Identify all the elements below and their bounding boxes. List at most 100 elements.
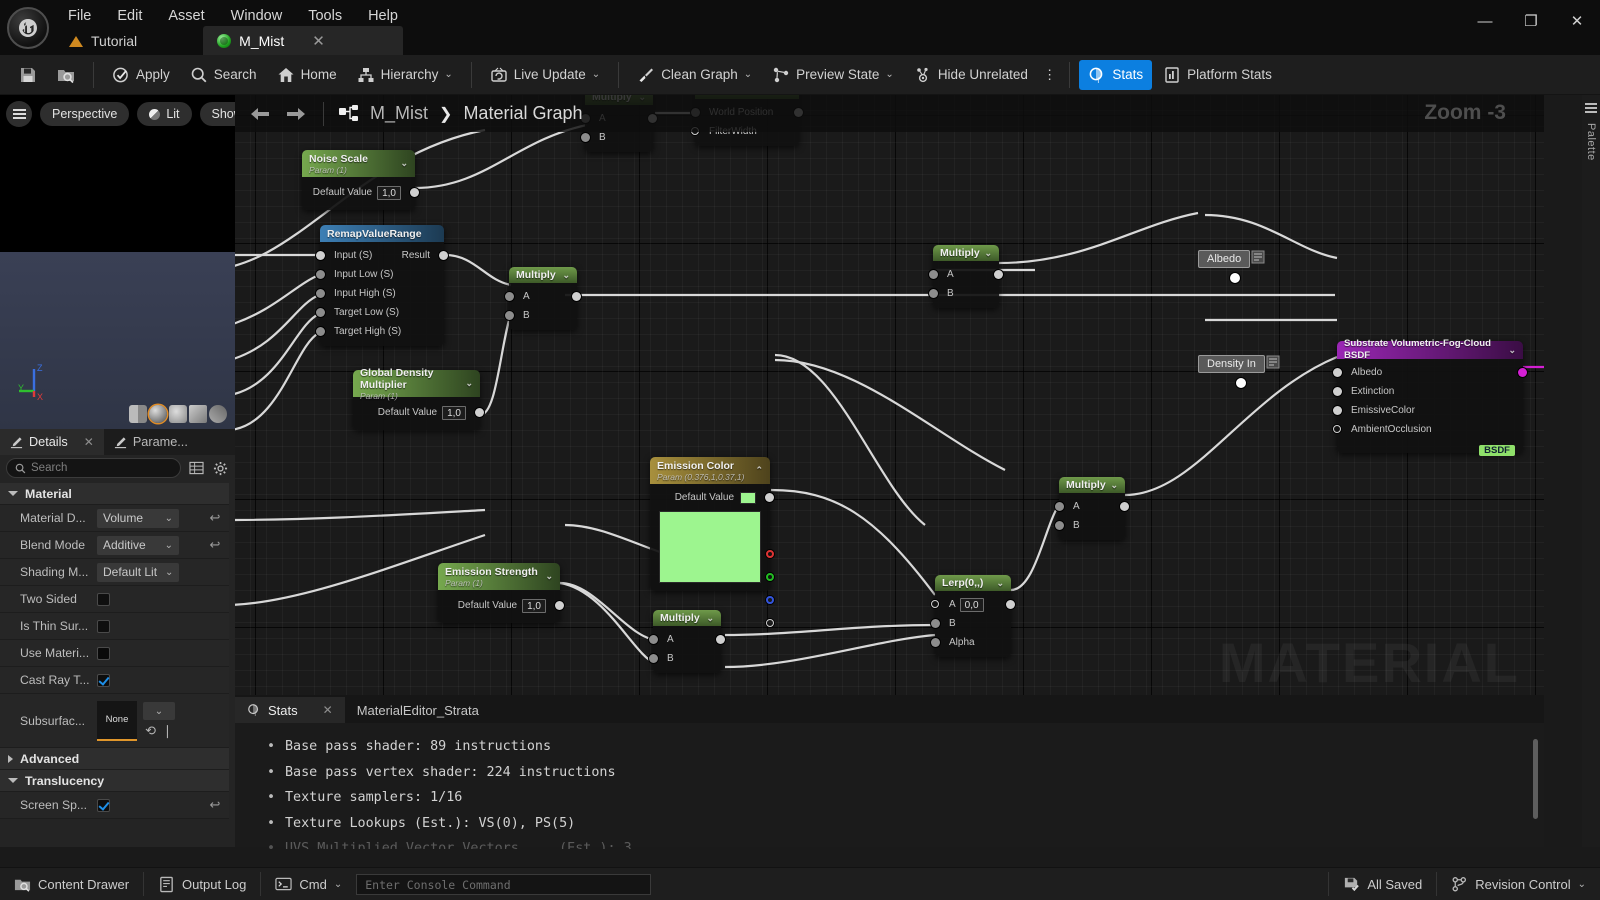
browse-content-button[interactable]: [48, 60, 84, 90]
menu-tools[interactable]: Tools: [295, 4, 355, 28]
node-lerp[interactable]: Lerp(0,,) ⌄ A 0,0 B Alpha: [935, 575, 1011, 657]
hierarchy-button[interactable]: Hierarchy ⌄: [348, 60, 462, 90]
output-pin[interactable]: [555, 601, 564, 610]
output-pin[interactable]: [410, 188, 419, 197]
pin-row-extinction[interactable]: Extinction: [1337, 382, 1523, 401]
input-pin-b[interactable]: [505, 311, 514, 320]
blend-mode-combo[interactable]: Additive⌄: [97, 536, 179, 555]
category-advanced[interactable]: Advanced: [0, 748, 229, 770]
output-pin[interactable]: [716, 635, 725, 644]
input-pin-b[interactable]: [929, 289, 938, 298]
pin-row-target-low[interactable]: Target Low (S): [320, 303, 444, 322]
output-pin-bsdf[interactable]: [1518, 368, 1527, 377]
input-pin-b[interactable]: [931, 619, 940, 628]
pin-row-a[interactable]: A: [1059, 497, 1125, 516]
cast-ray-traced-checkbox[interactable]: [97, 674, 110, 687]
pin-row-a[interactable]: A 0,0: [935, 595, 1011, 614]
prop-screen-space[interactable]: Screen Sp... ↩: [0, 792, 229, 819]
output-pin[interactable]: [475, 408, 484, 417]
category-translucency[interactable]: Translucency: [0, 770, 229, 792]
pin-row-b[interactable]: B: [933, 284, 999, 303]
input-pin-b[interactable]: [649, 654, 658, 663]
input-pin-target-low[interactable]: [316, 308, 325, 317]
details-tab-close-icon[interactable]: ✕: [84, 435, 94, 449]
pin-row-a[interactable]: A: [509, 287, 577, 306]
output-pin[interactable]: [765, 493, 774, 502]
input-pin-ambientocclusion[interactable]: [1333, 425, 1341, 433]
emission-strength-value-input[interactable]: 1,0: [522, 599, 546, 613]
noise-scale-value-input[interactable]: 1,0: [377, 186, 401, 200]
node-emission-color-header[interactable]: Emission Color Param (0.376,1,0.37,1) ⌃: [650, 457, 770, 484]
pin-row-b[interactable]: B: [653, 649, 721, 668]
content-drawer-button[interactable]: Content Drawer: [0, 868, 143, 900]
breadcrumb-root[interactable]: M_Mist: [370, 103, 428, 123]
output-pin[interactable]: [1006, 600, 1015, 609]
hide-unrelated-button[interactable]: Hide Unrelated: [905, 60, 1037, 90]
node-multiply-upper-right-header[interactable]: Multiply ⌄: [933, 245, 999, 261]
cube-preview-button[interactable]: [189, 405, 207, 423]
maximize-button[interactable]: ❐: [1508, 0, 1554, 42]
pin-row-b[interactable]: B: [1059, 516, 1125, 535]
input-pin-a[interactable]: [505, 292, 514, 301]
node-remap-value-range[interactable]: RemapValueRange Input (S)Result Input Lo…: [320, 225, 444, 346]
reroute-density-in[interactable]: Density In: [1198, 355, 1280, 373]
emission-color-swatch[interactable]: [740, 492, 756, 504]
node-global-density-multiplier-header[interactable]: Global Density Multiplier Param (1) ⌄: [353, 370, 480, 397]
node-multiply-mid[interactable]: Multiply ⌄ A B: [509, 267, 577, 330]
graph-forward-button[interactable]: [281, 101, 311, 127]
tab-close-icon[interactable]: ✕: [312, 32, 325, 50]
input-pin-target-high[interactable]: [316, 327, 325, 336]
node-emission-strength[interactable]: Emission Strength Param (1) ⌄ Default Va…: [438, 563, 560, 623]
subsurface-profile-dropdown[interactable]: ⌄: [143, 702, 175, 720]
prop-blend-mode[interactable]: Blend Mode Additive⌄ ↩: [0, 532, 229, 559]
output-pin-a[interactable]: [766, 619, 774, 627]
apply-button[interactable]: Apply: [103, 60, 179, 90]
details-search-input[interactable]: Search: [6, 458, 181, 478]
pin-row-emissivecolor[interactable]: EmissiveColor: [1337, 401, 1523, 420]
viewport-menu-button[interactable]: [6, 101, 32, 127]
output-pin[interactable]: [572, 292, 581, 301]
prop-subsurface-profile[interactable]: Subsurfac... None ⌄ ⟲ ❘: [0, 694, 229, 748]
input-pin-input[interactable]: [316, 251, 325, 260]
pin-row-b[interactable]: B: [935, 614, 1011, 633]
use-material-checkbox[interactable]: [97, 647, 110, 660]
platform-stats-button[interactable]: Platform Stats: [1154, 60, 1281, 90]
preview-state-button[interactable]: Preview State ⌄: [763, 60, 903, 90]
reroute-albedo-pin[interactable]: [1230, 273, 1240, 283]
blend-mode-reset-button[interactable]: ↩: [201, 537, 229, 553]
chevron-down-icon[interactable]: ⌄: [545, 571, 553, 582]
output-pin[interactable]: [994, 270, 1003, 279]
emission-color-value-row[interactable]: Default Value: [650, 488, 770, 507]
emission-color-preview[interactable]: [659, 511, 761, 583]
console-command-input[interactable]: Enter Console Command: [356, 874, 651, 895]
output-pin-b[interactable]: [766, 596, 774, 604]
clean-graph-button[interactable]: Clean Graph ⌄: [628, 60, 761, 90]
grid-view-button[interactable]: [187, 459, 205, 477]
minimize-button[interactable]: —: [1462, 0, 1508, 42]
cmd-button[interactable]: Cmd ⌄: [261, 868, 356, 900]
global-density-value-row[interactable]: Default Value 1,0: [353, 403, 480, 422]
reroute-density-in-pin[interactable]: [1236, 378, 1246, 388]
search-button[interactable]: Search: [181, 60, 266, 90]
chevron-down-icon[interactable]: ⌄: [984, 248, 992, 259]
node-multiply-mid-header[interactable]: Multiply ⌄: [509, 267, 577, 283]
input-pin-input-high[interactable]: [316, 289, 325, 298]
pin-row-albedo[interactable]: Albedo: [1337, 363, 1523, 382]
viewport-show-button[interactable]: Show: [200, 102, 235, 126]
menu-help[interactable]: Help: [355, 4, 411, 28]
input-pin-alpha[interactable]: [931, 638, 940, 647]
category-material[interactable]: Material: [0, 483, 229, 505]
sphere-preview-button[interactable]: [149, 405, 167, 423]
node-multiply-right[interactable]: Multiply ⌄ A B: [1059, 477, 1125, 540]
screen-space-reset-button[interactable]: ↩: [201, 797, 229, 813]
pin-row-b[interactable]: B: [509, 306, 577, 325]
viewport-lit-button[interactable]: Lit: [137, 102, 191, 126]
prop-is-thin-surface[interactable]: Is Thin Sur...: [0, 613, 229, 640]
prop-two-sided[interactable]: Two Sided: [0, 586, 229, 613]
reroute-albedo[interactable]: Albedo: [1198, 250, 1265, 268]
chevron-down-icon[interactable]: ⌄: [996, 578, 1004, 589]
details-properties-list[interactable]: Material Material D... Volume⌄ ↩ Blend M…: [0, 483, 229, 900]
node-substrate-bsdf[interactable]: Substrate Volumetric-Fog-Cloud BSDF ⌄ Al…: [1337, 341, 1523, 453]
lerp-a-value-input[interactable]: 0,0: [960, 598, 984, 612]
node-multiply-right-header[interactable]: Multiply ⌄: [1059, 477, 1125, 493]
